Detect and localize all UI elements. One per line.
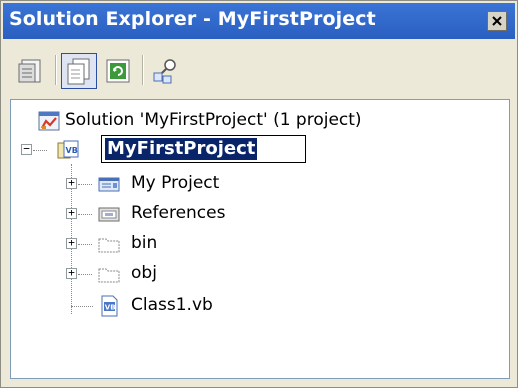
tree-node-references[interactable]: + References <box>61 201 361 227</box>
tree-node-bin[interactable]: + bin <box>61 231 361 257</box>
tree-line <box>71 306 93 307</box>
tree-item-label: obj <box>131 263 157 283</box>
project-name-selection: MyFirstProject <box>105 138 258 160</box>
expand-toggle[interactable]: + <box>66 267 77 279</box>
tree-item-label: My Project <box>131 173 220 193</box>
solution-tree: Solution 'MyFirstProject' (1 project) − … <box>10 99 510 379</box>
tree-line <box>78 214 92 215</box>
tree-item-label: bin <box>131 233 158 253</box>
tree-node-obj[interactable]: + obj <box>61 261 361 287</box>
references-icon <box>98 207 120 222</box>
svg-text:VB: VB <box>66 146 78 155</box>
tree-line <box>78 184 92 185</box>
refresh-button[interactable] <box>100 53 136 89</box>
collapse-toggle[interactable]: − <box>21 143 32 155</box>
folder-icon <box>98 238 120 253</box>
project-rename-field[interactable]: MyFirstProject <box>101 135 306 163</box>
tree-line <box>78 274 92 275</box>
properties-button[interactable] <box>13 53 49 89</box>
toolbar-separator <box>142 55 144 85</box>
tree-line <box>78 244 92 245</box>
expand-toggle[interactable]: + <box>66 237 77 249</box>
view-class-diagram-button[interactable] <box>147 53 183 89</box>
close-button[interactable] <box>487 11 507 31</box>
tree-node-class1[interactable]: VB Class1.vb <box>61 293 361 319</box>
tree-item-label: Class1.vb <box>131 295 213 315</box>
tree-item-label: References <box>131 203 226 223</box>
tree-line <box>33 150 47 151</box>
folder-icon <box>98 268 120 283</box>
close-icon <box>492 16 502 26</box>
solution-label: Solution 'MyFirstProject' (1 project) <box>65 110 362 130</box>
view-class-diagram-icon <box>153 59 176 84</box>
toolbar-separator <box>55 55 57 85</box>
window-title: Solution Explorer - MyFirstProject <box>9 8 376 30</box>
svg-text:VB: VB <box>105 303 116 311</box>
title-bar[interactable]: Solution Explorer - MyFirstProject <box>3 3 515 39</box>
vb-file-icon: VB <box>101 295 118 317</box>
show-all-files-icon <box>67 58 90 85</box>
properties-icon <box>18 59 41 83</box>
my-project-icon <box>98 177 120 192</box>
solution-explorer-window: Solution Explorer - MyFirstProject Solut… <box>0 0 518 388</box>
toolbar <box>3 41 515 99</box>
expand-toggle[interactable]: + <box>66 207 77 219</box>
tree-node-project[interactable]: − VB MyFirstProject <box>21 135 481 163</box>
refresh-icon <box>106 59 130 83</box>
tree-node-my-project[interactable]: + My Project <box>61 171 361 197</box>
show-all-files-button[interactable] <box>61 53 97 89</box>
solution-icon <box>38 111 60 131</box>
tree-node-solution[interactable]: Solution 'MyFirstProject' (1 project) <box>31 108 491 134</box>
expand-toggle[interactable]: + <box>66 177 77 189</box>
vb-project-icon: VB <box>57 140 79 159</box>
